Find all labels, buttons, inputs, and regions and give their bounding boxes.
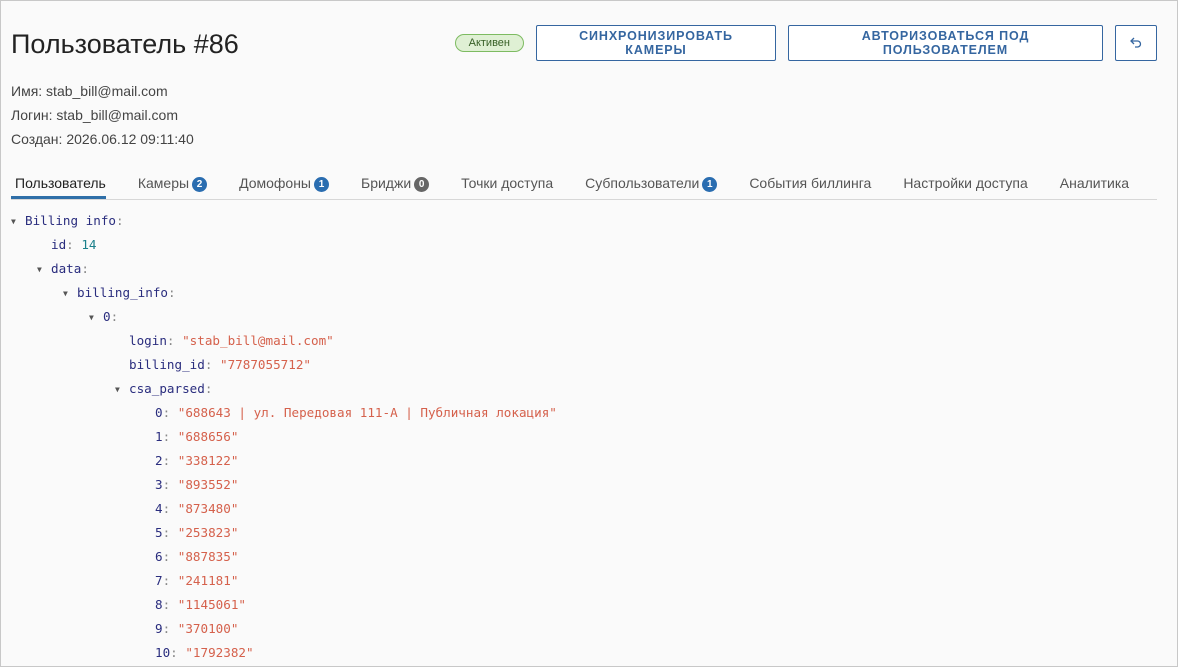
tab-label: Бриджи [361, 175, 412, 191]
undo-arrow-icon [1130, 37, 1142, 48]
tree-key: id [51, 237, 67, 252]
tree-node-billing-info[interactable]: ▼ Billing info: [11, 209, 1157, 233]
tree-key: 3 [155, 477, 163, 492]
tree-key: 2 [155, 453, 163, 468]
tree-key: billing_info [77, 285, 168, 300]
tree-key: 8 [155, 597, 163, 612]
tab-count-badge: 2 [192, 177, 208, 192]
tree-value: "688656" [177, 429, 239, 444]
tree-node-csa-item: 6: "887835" [155, 549, 239, 564]
tab-bar: Пользователь Камеры 2 Домофоны 1 Бриджи 0 Т… [11, 169, 1157, 200]
json-tree: ▼ Billing info: id: 14 ▼ data: ▼ billing_in… [11, 209, 1157, 665]
user-created: Создан: 2026.06.12 09:11:40 [11, 131, 194, 147]
sync-cameras-button[interactable]: СИНХРОНИЗИРОВАТЬ КАМЕРЫ [536, 25, 776, 61]
page-title: Пользователь #86 [11, 29, 239, 59]
tree-key: login [129, 333, 167, 348]
user-info: Имя: stab_bill@mail.com Логин: stab_bill… [11, 81, 194, 153]
collapse-triangle-icon[interactable]: ▼ [63, 282, 77, 306]
tab-access-settings[interactable]: Настройки доступа [903, 169, 1027, 198]
csa-parsed-list: 0: "688643 | ул. Передовая 111-А | Публи… [11, 401, 1157, 665]
tree-node-csa-item: 10: "1792382" [155, 645, 254, 660]
tree-node-csa-item: 8: "1145061" [155, 597, 247, 612]
tab-intercoms[interactable]: Домофоны 1 [239, 169, 329, 198]
tree-key: data [51, 261, 82, 276]
tab-bridges[interactable]: Бриджи 0 [361, 169, 430, 198]
tree-value: "370100" [177, 621, 239, 636]
tree-key: 0 [155, 405, 163, 420]
tree-node-login: login: "stab_bill@mail.com" [129, 333, 334, 348]
tree-key: 7 [155, 573, 163, 588]
tab-label: Пользователь [15, 175, 106, 191]
tree-node-csa-item: 5: "253823" [155, 525, 239, 540]
collapse-triangle-icon[interactable]: ▼ [115, 378, 129, 402]
tree-value: "241181" [177, 573, 239, 588]
tab-label: Точки доступа [461, 175, 554, 191]
tree-node-id: id: 14 [51, 237, 97, 252]
tree-value: "688643 | ул. Передовая 111-А | Публична… [177, 405, 557, 420]
tree-node-csa-item: 3: "893552" [155, 477, 239, 492]
user-name: Имя: stab_bill@mail.com [11, 83, 168, 99]
tree-node-item-0[interactable]: ▼ 0: [11, 305, 1157, 329]
app-frame: Пользователь #86 Активен СИНХРОНИЗИРОВАТ… [0, 0, 1178, 667]
tree-key: 0 [103, 309, 111, 324]
tree-key: 5 [155, 525, 163, 540]
tree-key: 1 [155, 429, 163, 444]
tab-label: Аналитика [1059, 175, 1130, 191]
tab-analytics[interactable]: Аналитика [1060, 169, 1129, 198]
tree-key: 6 [155, 549, 163, 564]
collapse-triangle-icon[interactable]: ▼ [11, 210, 25, 234]
tab-label: Настройки доступа [903, 175, 1028, 191]
tree-value: "338122" [177, 453, 239, 468]
tree-key: 10 [155, 645, 171, 660]
tab-label: Субпользователи [585, 175, 700, 191]
tree-value: "873480" [177, 501, 239, 516]
tree-value: "887835" [177, 549, 239, 564]
tab-label: Домофоны [239, 175, 311, 191]
tab-label: События биллинга [749, 175, 872, 191]
header-actions: Активен СИНХРОНИЗИРОВАТЬ КАМЕРЫ АВТОРИЗО… [454, 25, 1157, 61]
tree-value: "1145061" [177, 597, 247, 612]
tree-node-billing-id: billing_id: "7787055712" [129, 357, 311, 372]
user-login: Логин: stab_bill@mail.com [11, 107, 178, 123]
tree-key: Billing info [25, 213, 116, 228]
tab-count-badge: 1 [314, 177, 329, 192]
collapse-triangle-icon[interactable]: ▼ [89, 306, 103, 330]
tab-subusers[interactable]: Субпользователи 1 [585, 169, 718, 198]
tree-node-csa-parsed[interactable]: ▼ csa_parsed: [11, 377, 1157, 401]
collapse-triangle-icon[interactable]: ▼ [37, 258, 51, 282]
tab-user[interactable]: Пользователь [11, 169, 106, 199]
tree-value: "7787055712" [220, 357, 311, 372]
tree-node-billing-info-list[interactable]: ▼ billing_info: [11, 281, 1157, 305]
tab-access-points[interactable]: Точки доступа [461, 169, 553, 198]
tree-node-csa-item: 7: "241181" [155, 573, 239, 588]
tree-value: "893552" [177, 477, 239, 492]
page-header: Пользователь #86 Активен СИНХРОНИЗИРОВАТ… [11, 25, 1157, 67]
tree-key: billing_id [129, 357, 205, 372]
tree-node-csa-item: 9: "370100" [155, 621, 239, 636]
tree-node-csa-item: 4: "873480" [155, 501, 239, 516]
tree-value: 14 [81, 237, 97, 252]
tree-value: "253823" [177, 525, 239, 540]
tab-cameras[interactable]: Камеры 2 [137, 169, 208, 198]
tree-node-csa-item: 0: "688643 | ул. Передовая 111-А | Публи… [155, 405, 557, 420]
tab-billing-events[interactable]: События биллинга [749, 169, 871, 198]
back-button[interactable] [1115, 25, 1157, 61]
tab-count-badge: 1 [702, 177, 718, 192]
status-badge: Активен [454, 34, 524, 52]
tree-value: "1792382" [185, 645, 254, 660]
tree-key: 9 [155, 621, 163, 636]
tree-value: "stab_bill@mail.com" [182, 333, 334, 348]
tree-node-csa-item: 1: "688656" [155, 429, 239, 444]
tab-count-badge: 0 [414, 177, 430, 192]
tab-label: Камеры [137, 175, 190, 191]
tree-key: 4 [155, 501, 163, 516]
tree-key: csa_parsed [129, 381, 205, 396]
login-as-user-button[interactable]: АВТОРИЗОВАТЬСЯ ПОД ПОЛЬЗОВАТЕЛЕМ [788, 25, 1103, 61]
tree-node-data[interactable]: ▼ data: [11, 257, 1157, 281]
tree-node-csa-item: 2: "338122" [155, 453, 239, 468]
